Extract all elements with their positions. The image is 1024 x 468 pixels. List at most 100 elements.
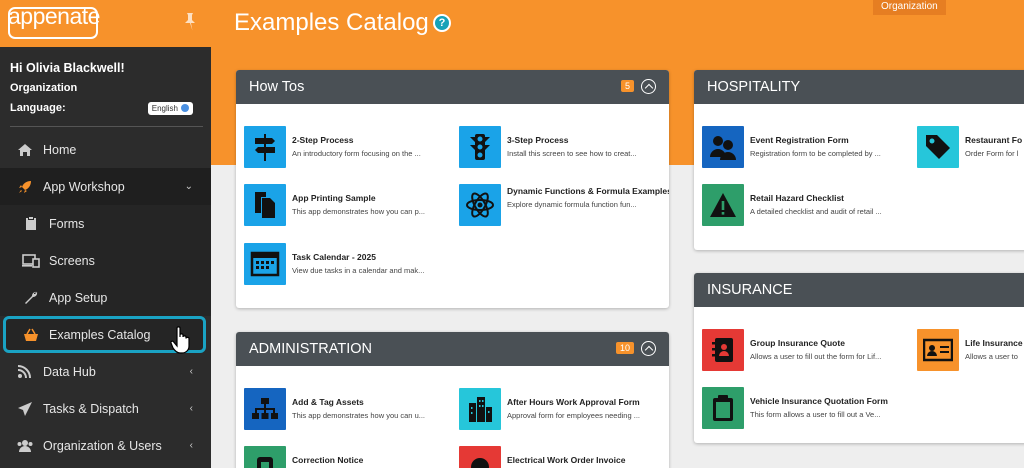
nav-item-app-workshop[interactable]: App Workshop ⌄: [0, 168, 211, 205]
tile-desc: Explore dynamic formula function fun...: [507, 200, 637, 209]
catalog-tile[interactable]: Correction Notice: [244, 446, 457, 468]
nav-label-app-setup: App Setup: [49, 290, 108, 305]
atom-icon: [459, 184, 501, 226]
tile-desc: This app demonstrates how you can p...: [292, 207, 425, 216]
sidebar-divider: [10, 126, 203, 127]
chevron-down-icon: ⌄: [184, 181, 193, 192]
panel-how-tos: How Tos 5 2-Step Process An introductory …: [236, 70, 669, 308]
tile-title: 2-Step Process: [292, 135, 354, 145]
tile-desc: Approval form for employees needing ...: [507, 411, 640, 420]
send-icon: [16, 401, 34, 417]
tile-desc: An introductory form focusing on the ...: [292, 149, 421, 158]
traffic-light-icon: [459, 126, 501, 168]
catalog-tile[interactable]: Vehicle Insurance Quotation Form This for…: [702, 387, 915, 429]
collapse-icon[interactable]: [641, 341, 656, 356]
hand-cursor-icon: [170, 326, 190, 354]
tile-desc: View due tasks in a calendar and mak...: [292, 266, 425, 275]
sidebar-nav: Home App Workshop ⌄ Forms Screens App Se…: [0, 131, 211, 464]
nav-label-data-hub: Data Hub: [43, 364, 96, 379]
count-badge: 5: [620, 80, 634, 92]
devices-icon: [22, 253, 40, 269]
catalog-tile[interactable]: 3-Step Process Install this screen to see…: [459, 126, 669, 168]
chevron-left-icon: ‹: [189, 403, 193, 414]
tile-desc: This app demonstrates how you can u...: [292, 411, 425, 420]
tile-title: 3-Step Process: [507, 135, 569, 145]
nav-label-examples-catalog: Examples Catalog: [49, 327, 151, 342]
help-icon[interactable]: ?: [433, 14, 451, 32]
user-org: Organization: [10, 82, 78, 94]
catalog-tile[interactable]: Task Calendar - 2025 View due tasks in a …: [244, 243, 457, 285]
catalog-tile[interactable]: Dynamic Functions & Formula Examples Expl…: [459, 184, 669, 226]
page-title: Examples Catalog: [234, 9, 429, 36]
catalog-tile[interactable]: Retail Hazard Checklist A detailed checkl…: [702, 184, 915, 226]
chevron-left-icon: ‹: [189, 440, 193, 451]
people-icon: [702, 126, 744, 168]
nav-item-data-hub[interactable]: Data Hub ‹: [0, 353, 211, 390]
nav-item-forms[interactable]: Forms: [0, 205, 211, 242]
panel-insurance: INSURANCE Group Insurance Quote Allows a …: [694, 273, 1024, 443]
tile-title: Vehicle Insurance Quotation Form: [750, 396, 888, 406]
panel-header: ADMINISTRATION 10: [236, 332, 669, 366]
language-row: Language: English: [10, 100, 201, 116]
language-value: English: [151, 103, 178, 113]
catalog-tile[interactable]: App Printing Sample This app demonstrates…: [244, 184, 457, 226]
panel-title: HOSPITALITY: [707, 79, 801, 95]
nav-label-app-workshop: App Workshop: [43, 179, 125, 194]
nav-item-screens[interactable]: Screens: [0, 242, 211, 279]
organization-tag[interactable]: Organization: [873, 0, 946, 15]
address-book-icon: [702, 329, 744, 371]
tile-desc: Allows a user to fill out the form for L…: [750, 352, 882, 361]
panel-header: HOSPITALITY: [694, 70, 1024, 104]
catalog-tile[interactable]: Life Insurance Allows a user to: [917, 329, 1024, 371]
nav-item-tasks-dispatch[interactable]: Tasks & Dispatch ‹: [0, 390, 211, 427]
language-select[interactable]: English: [147, 101, 193, 115]
clipboard-icon: [702, 387, 744, 429]
catalog-tile[interactable]: Add & Tag Assets This app demonstrates ho…: [244, 388, 457, 430]
warning-icon: [702, 184, 744, 226]
catalog-tile[interactable]: Electrical Work Order Invoice: [459, 446, 669, 468]
city-building-icon: [459, 388, 501, 430]
tile-title: Dynamic Functions & Formula Examples: [507, 186, 669, 196]
tile-title: Event Registration Form: [750, 135, 849, 145]
tile-title: Life Insurance: [965, 338, 1023, 348]
user-info: Hi Olivia Blackwell! Organization Langua…: [0, 47, 211, 116]
panel-header: How Tos 5: [236, 70, 669, 104]
users-icon: [16, 438, 34, 454]
tile-desc: A detailed checklist and audit of retail…: [750, 207, 882, 216]
count-badge: 10: [615, 342, 634, 354]
bulb-icon: [459, 446, 501, 468]
nav-item-home[interactable]: Home: [0, 131, 211, 168]
nav-label-home: Home: [43, 142, 77, 157]
id-badge-icon: [244, 446, 286, 468]
sitemap-icon: [244, 388, 286, 430]
panel-administration: ADMINISTRATION 10 Add & Tag Assets This a…: [236, 332, 669, 468]
tile-title: Add & Tag Assets: [292, 397, 364, 407]
collapse-icon[interactable]: [641, 79, 656, 94]
tile-title: Retail Hazard Checklist: [750, 193, 845, 203]
id-card-icon: [917, 329, 959, 371]
nav-item-app-setup[interactable]: App Setup: [0, 279, 211, 316]
tile-title: Task Calendar - 2025: [292, 252, 376, 262]
language-label: Language:: [10, 102, 66, 114]
rocket-icon: [16, 179, 34, 195]
tile-desc: Order Form for l: [965, 149, 1019, 158]
pin-icon[interactable]: [182, 12, 198, 32]
catalog-tile[interactable]: After Hours Work Approval Form Approval f…: [459, 388, 669, 430]
logo-text: appenate: [8, 3, 100, 29]
tile-title: After Hours Work Approval Form: [507, 397, 640, 407]
catalog-tile[interactable]: Restaurant Fo Order Form for l: [917, 126, 1024, 168]
catalog-tile[interactable]: Group Insurance Quote Allows a user to fi…: [702, 329, 915, 371]
signal-icon: [16, 364, 34, 380]
home-icon: [16, 142, 34, 158]
signpost-icon: [244, 126, 286, 168]
panel-header: INSURANCE: [694, 273, 1024, 307]
logo-bar: appenate: [0, 0, 211, 47]
catalog-tile[interactable]: 2-Step Process An introductory form focus…: [244, 126, 457, 168]
nav-label-organization-users: Organization & Users: [43, 438, 162, 453]
catalog-tile[interactable]: Event Registration Form Registration form…: [702, 126, 915, 168]
panel-title: How Tos: [249, 79, 305, 95]
sidebar: appenate Hi Olivia Blackwell! Organizati…: [0, 0, 211, 468]
panel-hospitality: HOSPITALITY Event Registration Form Regis…: [694, 70, 1024, 250]
nav-item-organization-users[interactable]: Organization & Users ‹: [0, 427, 211, 464]
clipboard-icon: [22, 216, 40, 232]
